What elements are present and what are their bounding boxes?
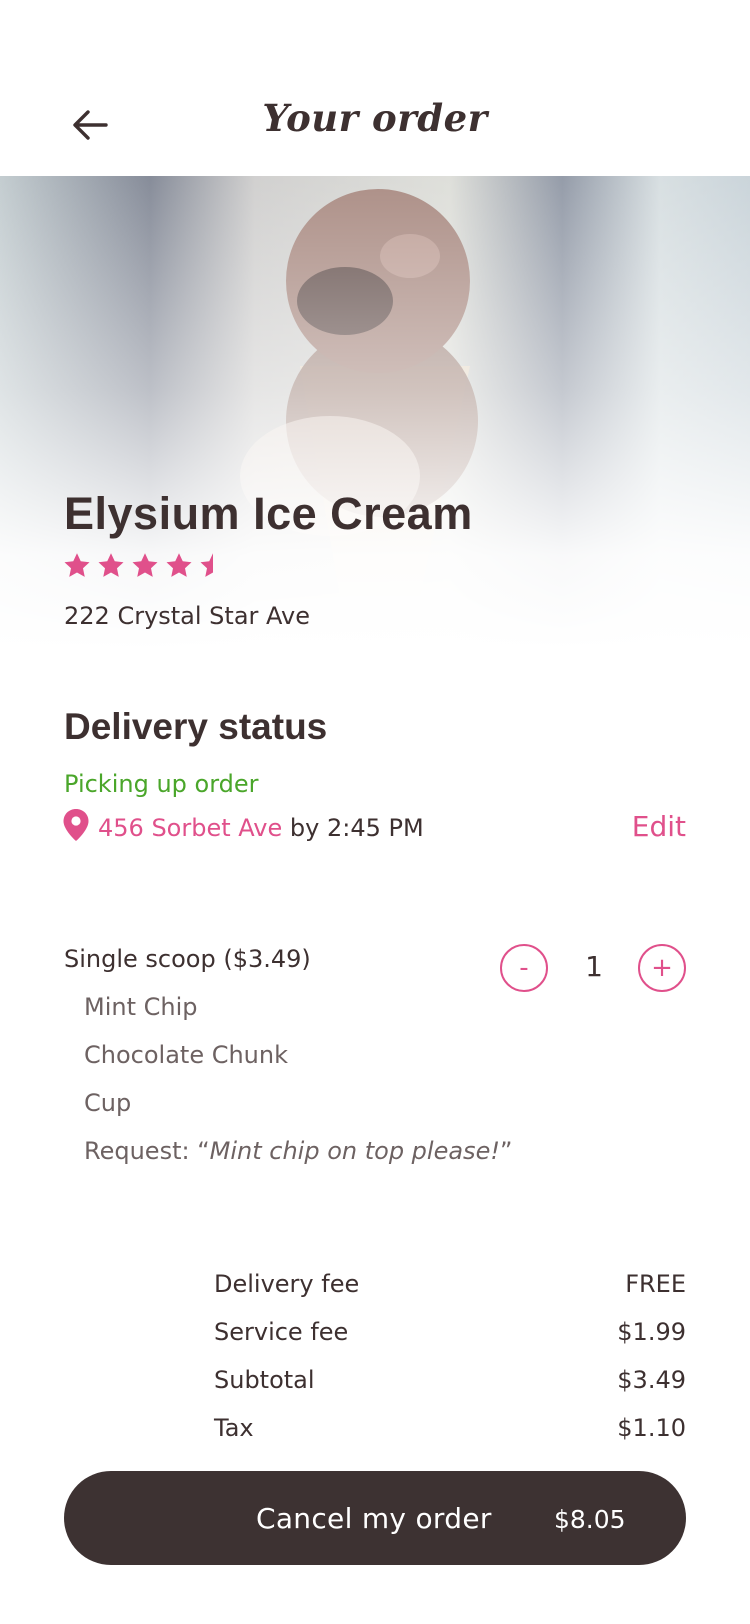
item-name: Single scoop ($3.49): [64, 945, 311, 973]
request-close-quote: ”: [499, 1137, 513, 1165]
request-label: Request: “: [84, 1137, 210, 1165]
fee-value: $1.10: [617, 1414, 686, 1442]
page-title: Your order: [262, 96, 488, 140]
store-rating: [62, 551, 228, 581]
store-name: Elysium Ice Cream: [64, 488, 473, 539]
decrease-quantity-button[interactable]: -: [500, 944, 548, 992]
star-icon: [98, 553, 124, 577]
star-half-icon: [200, 553, 213, 577]
order-total: $8.05: [554, 1505, 626, 1534]
item-option: Cup: [84, 1089, 132, 1117]
fee-label: Subtotal: [214, 1366, 315, 1394]
delivery-state: Picking up order: [64, 770, 259, 798]
fee-label: Service fee: [214, 1318, 349, 1346]
item-option: Chocolate Chunk: [84, 1041, 288, 1069]
cancel-order-label: Cancel my order: [256, 1502, 492, 1535]
delivery-destination: 456 Sorbet Ave by 2:45 PM: [98, 814, 424, 842]
request-note: Mint chip on top please!: [209, 1137, 500, 1165]
fee-label: Delivery fee: [214, 1270, 360, 1298]
fee-value: $3.49: [617, 1366, 686, 1394]
fee-label: Tax: [214, 1414, 254, 1442]
increase-quantity-button[interactable]: +: [638, 944, 686, 992]
quantity-value: 1: [585, 950, 603, 983]
star-icon: [64, 553, 90, 577]
edit-destination-button[interactable]: Edit: [620, 810, 686, 843]
fee-value: $1.99: [617, 1318, 686, 1346]
delivery-eta: by 2:45 PM: [289, 814, 424, 842]
fee-value: FREE: [625, 1270, 686, 1298]
star-icon: [132, 553, 158, 577]
store-address: 222 Crystal Star Ave: [64, 602, 311, 630]
destination-address: 456 Sorbet Ave: [98, 814, 283, 842]
delivery-status-heading: Delivery status: [64, 706, 328, 747]
location-pin-icon: [63, 809, 89, 841]
item-request: Request: “Mint chip on top please!”: [84, 1137, 512, 1165]
item-option: Mint Chip: [84, 993, 198, 1021]
star-icon: [166, 553, 192, 577]
